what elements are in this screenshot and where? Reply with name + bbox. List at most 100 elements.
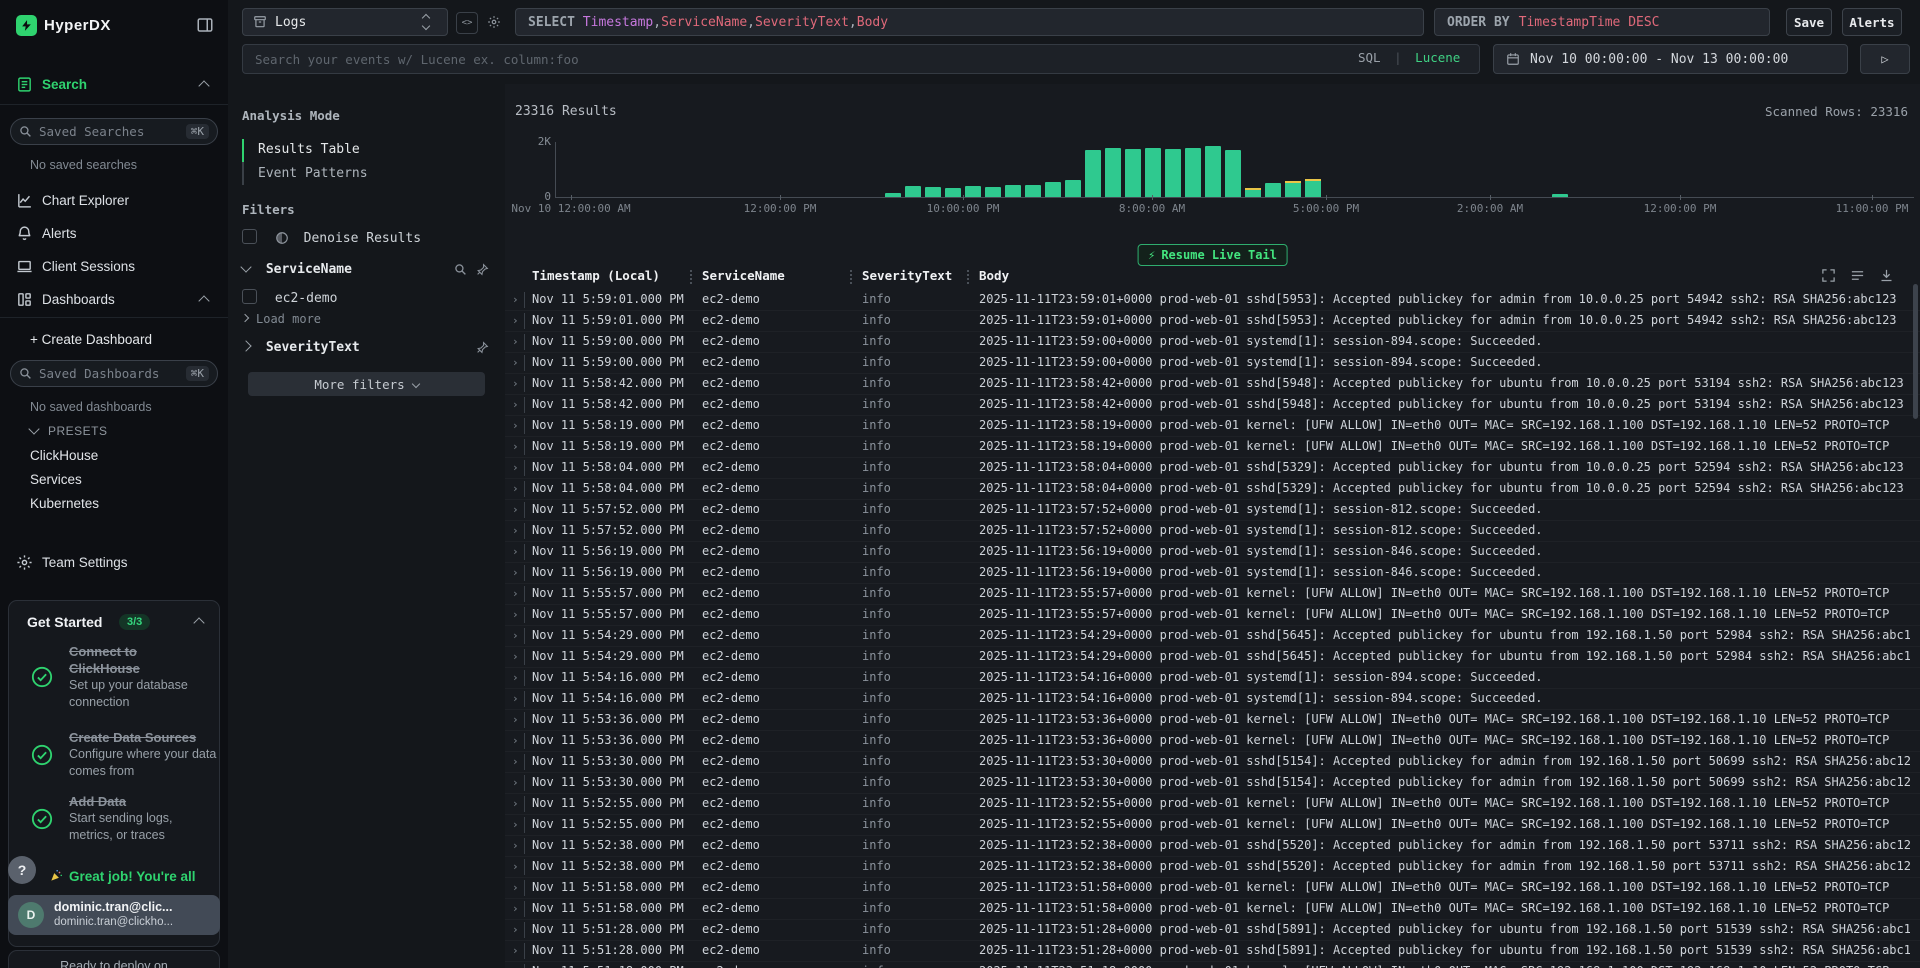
preset-services[interactable]: Services [30, 472, 82, 487]
table-row[interactable]: ›Nov 11 5:55:57.000 PMec2-demoinfo2025-1… [505, 605, 1920, 626]
lucene-mode-label[interactable]: Lucene [1415, 50, 1460, 65]
search-icon[interactable] [454, 263, 467, 276]
run-query-button[interactable]: ▷ [1860, 44, 1910, 74]
filter-group-severitytext[interactable]: SeverityText [242, 340, 493, 355]
sidebar-item-chart-explorer[interactable]: Chart Explorer [0, 188, 228, 212]
search-input[interactable] [242, 44, 1480, 74]
expand-row-icon[interactable]: › [512, 398, 519, 411]
expand-row-icon[interactable]: › [512, 419, 519, 432]
mode-event-patterns[interactable]: Event Patterns [258, 166, 368, 181]
table-row[interactable]: ›Nov 11 5:57:52.000 PMec2-demoinfo2025-1… [505, 500, 1920, 521]
table-row[interactable]: ›Nov 11 5:59:01.000 PMec2-demoinfo2025-1… [505, 311, 1920, 332]
histogram-bar[interactable] [1305, 179, 1321, 197]
pin-icon[interactable] [476, 263, 489, 276]
table-row[interactable]: ›Nov 11 5:55:57.000 PMec2-demoinfo2025-1… [505, 584, 1920, 605]
expand-row-icon[interactable]: › [512, 335, 519, 348]
histogram-bar[interactable] [1045, 182, 1061, 197]
histogram-bar[interactable] [1225, 150, 1241, 197]
expand-row-icon[interactable]: › [512, 545, 519, 558]
expand-row-icon[interactable]: › [512, 692, 519, 705]
histogram-bar[interactable] [945, 188, 961, 197]
table-row[interactable]: ›Nov 11 5:52:38.000 PMec2-demoinfo2025-1… [505, 857, 1920, 878]
expand-row-icon[interactable]: › [512, 629, 519, 642]
expand-row-icon[interactable]: › [512, 839, 519, 852]
expand-row-icon[interactable]: › [512, 713, 519, 726]
expand-row-icon[interactable]: › [512, 524, 519, 537]
scrollbar-thumb[interactable] [1913, 284, 1918, 419]
expand-row-icon[interactable]: › [512, 293, 519, 306]
table-row[interactable]: ›Nov 11 5:53:36.000 PMec2-demoinfo2025-1… [505, 710, 1920, 731]
query-language-toggle[interactable]: SQL | Lucene [1358, 50, 1460, 65]
expand-row-icon[interactable]: › [512, 923, 519, 936]
expand-row-icon[interactable]: › [512, 587, 519, 600]
load-more-link[interactable]: Load more [242, 312, 321, 326]
table-row[interactable]: ›Nov 11 5:59:01.000 PMec2-demoinfo2025-1… [505, 290, 1920, 311]
table-row[interactable]: ›Nov 11 5:51:58.000 PMec2-demoinfo2025-1… [505, 878, 1920, 899]
table-row[interactable]: ›Nov 11 5:54:29.000 PMec2-demoinfo2025-1… [505, 626, 1920, 647]
alerts-button[interactable]: Alerts [1842, 8, 1902, 36]
col-timestamp[interactable]: Timestamp (Local) [532, 268, 660, 283]
create-dashboard-button[interactable]: + Create Dashboard [30, 332, 152, 347]
expand-row-icon[interactable]: › [512, 944, 519, 957]
histogram-bar[interactable] [1165, 149, 1181, 197]
table-row[interactable]: ›Nov 11 5:59:00.000 PMec2-demoinfo2025-1… [505, 332, 1920, 353]
sidebar-item-team-settings[interactable]: Team Settings [0, 550, 228, 574]
code-view-icon[interactable]: <> [456, 12, 478, 34]
chevron-up-icon[interactable] [193, 617, 204, 628]
table-row[interactable]: ›Nov 11 5:58:04.000 PMec2-demoinfo2025-1… [505, 458, 1920, 479]
preset-clickhouse[interactable]: ClickHouse [30, 448, 98, 463]
filter-group-servicename[interactable]: ServiceName [242, 262, 493, 277]
table-row[interactable]: ›Nov 11 5:58:19.000 PMec2-demoinfo2025-1… [505, 437, 1920, 458]
order-by-input[interactable]: ORDER BY TimestampTime DESC [1434, 8, 1770, 36]
histogram-bar[interactable] [1245, 188, 1261, 197]
histogram-bar[interactable] [965, 186, 981, 197]
sidebar-item-client-sessions[interactable]: Client Sessions [0, 254, 228, 278]
gear-icon[interactable] [484, 12, 504, 32]
sidebar-item-dashboards[interactable]: Dashboards [0, 287, 228, 311]
collapse-sidebar-icon[interactable] [196, 16, 214, 34]
histogram-bar[interactable] [905, 186, 921, 197]
table-row[interactable]: ›Nov 11 5:58:42.000 PMec2-demoinfo2025-1… [505, 374, 1920, 395]
user-menu[interactable]: D dominic.tran@clic... dominic.tran@clic… [8, 895, 220, 935]
column-resize-handle[interactable] [690, 270, 692, 284]
expand-row-icon[interactable]: › [512, 440, 519, 453]
save-button[interactable]: Save [1786, 8, 1832, 36]
col-severitytext[interactable]: SeverityText [862, 268, 952, 283]
table-row[interactable]: ›Nov 11 5:53:30.000 PMec2-demoinfo2025-1… [505, 773, 1920, 794]
histogram-bar[interactable] [1065, 180, 1081, 197]
expand-row-icon[interactable]: › [512, 566, 519, 579]
histogram-bar[interactable] [1145, 148, 1161, 197]
sql-mode-label[interactable]: SQL [1358, 50, 1381, 65]
expand-row-icon[interactable]: › [512, 797, 519, 810]
denoise-checkbox[interactable] [242, 229, 257, 244]
expand-row-icon[interactable]: › [512, 314, 519, 327]
table-row[interactable]: ›Nov 11 5:56:19.000 PMec2-demoinfo2025-1… [505, 542, 1920, 563]
select-query-input[interactable]: SELECT Timestamp,ServiceName,SeverityTex… [515, 8, 1424, 36]
expand-row-icon[interactable]: › [512, 503, 519, 516]
table-row[interactable]: ›Nov 11 5:52:38.000 PMec2-demoinfo2025-1… [505, 836, 1920, 857]
expand-row-icon[interactable]: › [512, 650, 519, 663]
table-row[interactable]: ›Nov 11 5:53:30.000 PMec2-demoinfo2025-1… [505, 752, 1920, 773]
filter-value-row[interactable]: ec2-demo [242, 289, 337, 306]
expand-row-icon[interactable]: › [512, 818, 519, 831]
events-histogram[interactable]: 2K 0 Nov 10 12:00:00 AM12:00:00 PM10:00:… [505, 140, 1920, 214]
expand-row-icon[interactable]: › [512, 608, 519, 621]
histogram-bar[interactable] [1125, 149, 1141, 197]
histogram-bar[interactable] [1025, 185, 1041, 197]
histogram-bar[interactable] [1105, 148, 1121, 197]
table-row[interactable]: ›Nov 11 5:54:16.000 PMec2-demoinfo2025-1… [505, 689, 1920, 710]
expand-row-icon[interactable]: › [512, 461, 519, 474]
preset-kubernetes[interactable]: Kubernetes [30, 496, 99, 511]
expand-row-icon[interactable]: › [512, 860, 519, 873]
presets-toggle[interactable]: PRESETS [30, 424, 108, 438]
histogram-bar[interactable] [1005, 185, 1021, 197]
table-row[interactable]: ›Nov 11 5:51:28.000 PMec2-demoinfo2025-1… [505, 941, 1920, 962]
table-row[interactable]: ›Nov 11 5:52:55.000 PMec2-demoinfo2025-1… [505, 794, 1920, 815]
col-body[interactable]: Body [979, 268, 1009, 283]
histogram-bar[interactable] [985, 187, 1001, 197]
table-row[interactable]: ›Nov 11 5:51:18.000 PMec2-demoinfo2025-1… [505, 962, 1920, 968]
histogram-bar[interactable] [925, 187, 941, 197]
ec2-demo-checkbox[interactable] [242, 289, 257, 304]
table-row[interactable]: ›Nov 11 5:54:29.000 PMec2-demoinfo2025-1… [505, 647, 1920, 668]
table-row[interactable]: ›Nov 11 5:59:00.000 PMec2-demoinfo2025-1… [505, 353, 1920, 374]
